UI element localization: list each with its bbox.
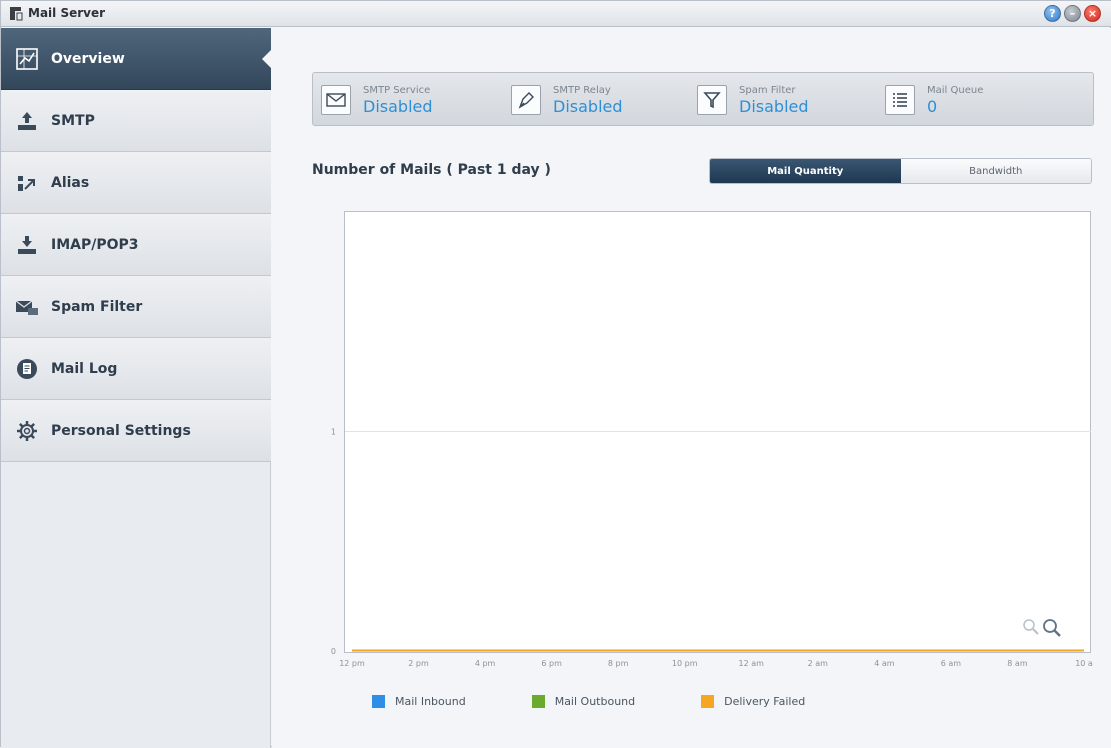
- sidebar-item-label: Personal Settings: [51, 422, 191, 439]
- spam-mail-icon: [15, 295, 39, 319]
- sidebar-item-spam-filter[interactable]: Spam Filter: [1, 276, 271, 338]
- sidebar-item-label: Overview: [51, 50, 125, 67]
- x-tick-label: 10 a: [1075, 659, 1093, 668]
- gear-icon: [15, 419, 39, 443]
- x-tick-label: 12 am: [739, 659, 765, 668]
- x-tick-label: 6 pm: [541, 659, 562, 668]
- mail-server-window: Mail Server ? – × Overview SMTP Alias IM…: [0, 0, 1111, 748]
- legend-swatch: [701, 695, 715, 708]
- overview-chart-icon: [15, 47, 39, 71]
- help-icon: ?: [1049, 7, 1056, 20]
- sidebar-item-personal-settings[interactable]: Personal Settings: [1, 400, 271, 462]
- legend-swatch: [372, 695, 385, 708]
- sidebar-item-label: Spam Filter: [51, 298, 143, 315]
- zoom-controls: [1022, 618, 1062, 638]
- app-icon: [10, 7, 23, 21]
- sidebar-item-overview[interactable]: Overview: [1, 28, 272, 90]
- legend-item-failed[interactable]: Delivery Failed: [701, 695, 805, 708]
- active-indicator: [262, 49, 272, 69]
- sidebar-item-label: Mail Log: [51, 360, 118, 377]
- legend-swatch: [531, 695, 545, 708]
- minimize-icon: –: [1069, 7, 1076, 20]
- sidebar-item-label: SMTP: [51, 112, 95, 129]
- close-button[interactable]: ×: [1084, 5, 1101, 22]
- x-tick-label: 2 pm: [408, 659, 429, 668]
- legend-item-inbound[interactable]: Mail Inbound: [372, 695, 466, 708]
- close-icon: ×: [1087, 7, 1098, 20]
- y-tick-label: 1: [331, 428, 336, 437]
- alias-arrow-icon: [15, 171, 39, 195]
- zoom-in-icon[interactable]: [1042, 618, 1062, 638]
- x-tick-label: 4 am: [874, 659, 895, 668]
- x-tick-label: 2 am: [808, 659, 829, 668]
- title-bar: Mail Server ? – ×: [1, 1, 1111, 27]
- window-title: Mail Server: [28, 6, 106, 20]
- overview-panel: SMTP Service Disabled SMTP Relay Disable…: [272, 28, 1111, 748]
- legend-label: Delivery Failed: [724, 695, 806, 708]
- minimize-button[interactable]: –: [1064, 5, 1081, 22]
- legend-item-outbound[interactable]: Mail Outbound: [531, 695, 636, 708]
- log-document-icon: [15, 357, 39, 381]
- x-tick-label: 8 am: [1007, 659, 1028, 668]
- zoom-out-icon[interactable]: [1022, 618, 1040, 636]
- legend-label: Mail Outbound: [554, 695, 636, 708]
- upload-tray-icon: [15, 109, 39, 133]
- sidebar-item-label: IMAP/POP3: [51, 236, 139, 253]
- sidebar: Overview SMTP Alias IMAP/POP3 Spam Filte…: [1, 28, 272, 748]
- mail-chart-svg: 0 1 12 pm 2 pm 4 pm 6 pm 8 pm 10 pm 12 am 2 am 4 a…: [331, 428, 1093, 669]
- download-tray-icon: [15, 233, 39, 257]
- chart-legend: Mail Inbound Mail Outbound Delivery Fail…: [372, 695, 871, 708]
- sidebar-item-label: Alias: [51, 174, 90, 191]
- x-tick-label: 12 pm: [339, 659, 365, 668]
- x-tick-label: 8 pm: [608, 659, 629, 668]
- x-tick-label: 6 am: [941, 659, 962, 668]
- legend-label: Mail Inbound: [395, 695, 466, 708]
- sidebar-item-mail-log[interactable]: Mail Log: [1, 338, 271, 400]
- x-tick-label: 4 pm: [475, 659, 496, 668]
- help-button[interactable]: ?: [1044, 5, 1061, 22]
- y-tick-label: 0: [331, 647, 336, 656]
- sidebar-item-alias[interactable]: Alias: [1, 152, 271, 214]
- sidebar-item-smtp[interactable]: SMTP: [1, 90, 271, 152]
- x-tick-label: 10 pm: [672, 659, 698, 668]
- sidebar-item-imap-pop3[interactable]: IMAP/POP3: [1, 214, 271, 276]
